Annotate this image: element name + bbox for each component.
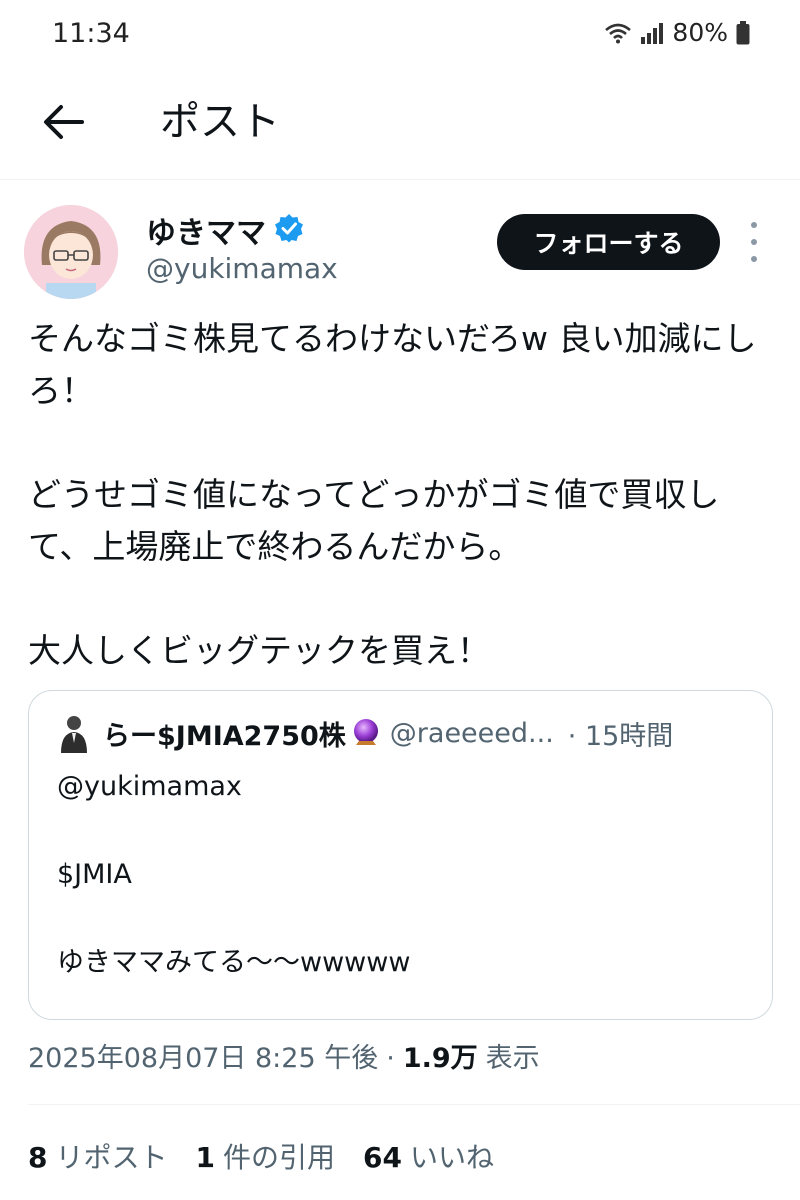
quoted-post-card[interactable]: らー$JMIA2750株 @raeeeed... · 15時間 @yukimam… — [28, 690, 773, 1020]
battery-percent: 80% — [672, 18, 728, 47]
author-display-name[interactable]: ゆきママ — [146, 208, 266, 252]
post-timestamp[interactable]: 2025年08月07日 8:25 午後 — [28, 1036, 378, 1075]
quoted-author-avatar — [57, 713, 91, 753]
quoted-post-time: · 15時間 — [567, 720, 674, 752]
more-options-button[interactable] — [742, 222, 766, 262]
status-icons: 80% — [604, 18, 750, 47]
quotes-count: 1 — [195, 1141, 215, 1174]
follow-button[interactable]: フォローする — [497, 214, 720, 270]
views-count: 1.9万 — [402, 1043, 478, 1074]
post-paragraph: どうせゴミ値になってどっかがゴミ値で買収して、上場廃止で終わるんだから。 — [28, 475, 720, 566]
author-handle[interactable]: @yukimamax — [146, 252, 338, 285]
quoted-paragraph: ゆきママみてる〜〜wwwww — [57, 947, 411, 978]
crystal-ball-icon — [350, 717, 382, 749]
quoted-paragraph: $JMIA — [57, 859, 132, 890]
divider — [28, 1104, 800, 1105]
meta-separator: · — [386, 1043, 395, 1074]
quotes-stat[interactable]: 1 件の引用 — [196, 1136, 336, 1176]
likes-stat[interactable]: 64 いいね — [363, 1136, 494, 1176]
back-button[interactable] — [36, 96, 92, 152]
post-text: そんなゴミ株見てるわけないだろw 良い加減にしろ！ どうせゴミ値になってどっかが… — [28, 313, 773, 677]
quotes-label: 件の引用 — [222, 1141, 335, 1174]
post-meta: 2025年08月07日 8:25 午後 · 1.9万 表示 — [28, 1036, 773, 1075]
likes-label: いいね — [409, 1141, 494, 1174]
author-name-row[interactable]: ゆきママ — [146, 208, 304, 252]
dot — [751, 256, 757, 262]
likes-count: 64 — [363, 1141, 402, 1174]
signal-icon — [640, 22, 664, 44]
dot — [751, 222, 757, 228]
quoted-post-text: @yukimamax $JMIA ゆきママみてる〜〜wwwww — [57, 765, 747, 985]
quoted-author-handle: @raeeeed... — [389, 717, 554, 749]
quoted-paragraph: @yukimamax — [57, 771, 242, 802]
reposts-count: 8 — [28, 1141, 48, 1174]
quoted-post-header: らー$JMIA2750株 @raeeeed... · 15時間 — [57, 713, 748, 753]
views-label: 表示 — [485, 1043, 540, 1074]
page-title: ポスト — [160, 99, 280, 145]
verified-badge-icon — [274, 213, 304, 247]
top-app-bar: ポスト — [0, 72, 800, 180]
reposts-stat[interactable]: 8 リポスト — [28, 1136, 168, 1176]
status-time: 11:34 — [52, 18, 130, 49]
post-paragraph: そんなゴミ株見てるわけないだろw 良い加減にしろ！ — [28, 319, 757, 410]
post-stats: 8 リポスト 1 件の引用 64 いいね — [28, 1136, 788, 1176]
reposts-label: リポスト — [55, 1141, 168, 1174]
wifi-icon — [604, 22, 632, 44]
arrow-left-icon — [42, 104, 86, 144]
post-paragraph: 大人しくビッグテックを買え！ — [28, 631, 490, 670]
quoted-author-name: らー$JMIA2750株 — [103, 720, 346, 752]
status-bar: 11:34 80% — [0, 0, 800, 72]
dot — [751, 239, 757, 245]
avatar[interactable] — [24, 205, 118, 299]
battery-icon — [736, 20, 750, 45]
